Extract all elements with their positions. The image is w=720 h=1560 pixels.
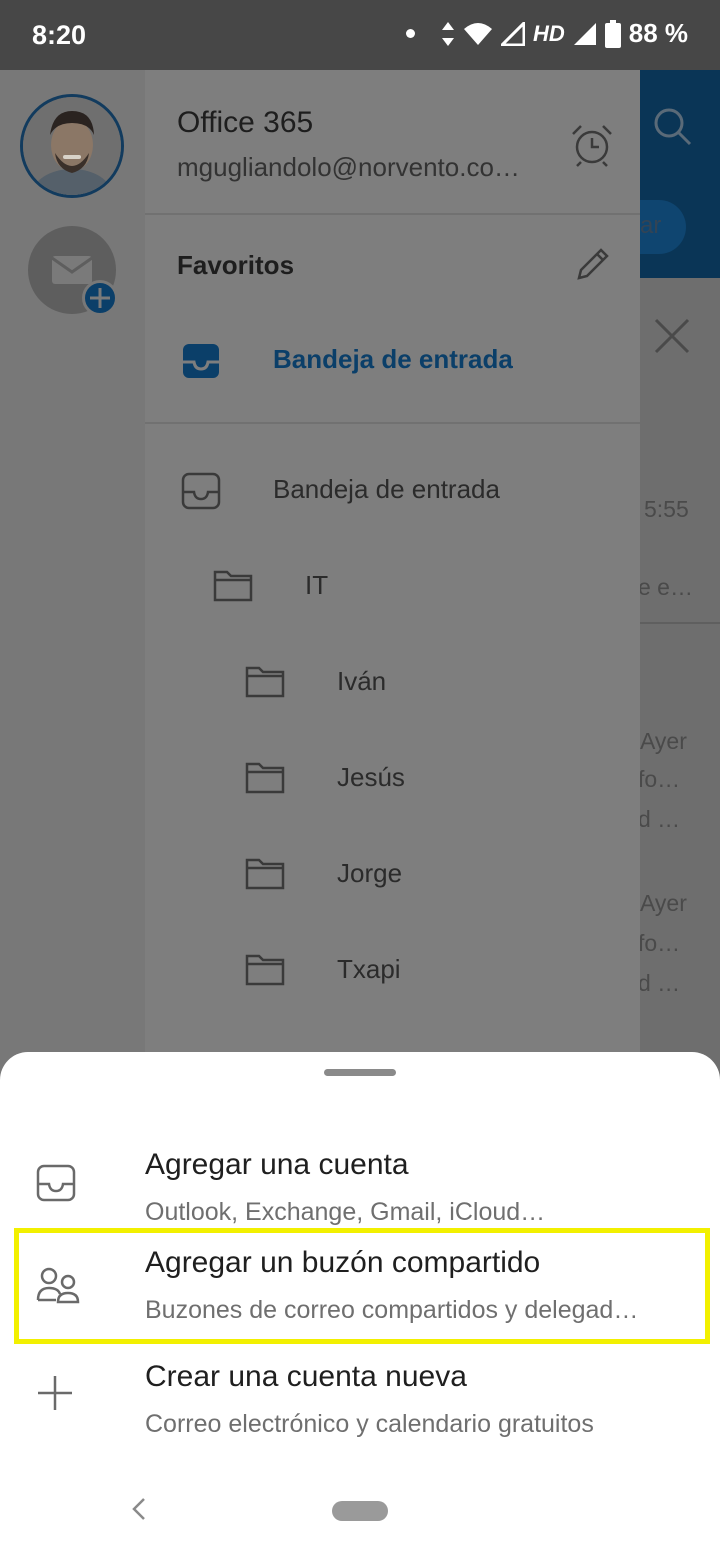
home-pill-button[interactable] (332, 1501, 388, 1521)
folder-item-it[interactable]: IT (145, 546, 640, 626)
drawer-divider (145, 422, 640, 424)
battery-icon (604, 19, 621, 48)
background-snippet: d … (640, 970, 681, 996)
folder-label: Iván (337, 666, 387, 696)
add-shared-mailbox-option[interactable]: Agregar un buzón compartido Buzones de c… (0, 1232, 720, 1344)
inbox-icon (181, 472, 221, 510)
folder-item-ivan[interactable]: Iván (145, 642, 640, 722)
folder-icon (213, 570, 253, 602)
network-type: HD (532, 20, 565, 46)
notification-dot-icon (405, 29, 415, 38)
account-name[interactable]: Office 365 (177, 106, 313, 140)
background-time: 5:55 (644, 496, 689, 522)
folder-item-jesus[interactable]: Jesús (145, 738, 640, 818)
favorite-inbox-label: Bandeja de entrada (273, 344, 513, 374)
background-snippet: e e… (640, 574, 693, 600)
back-icon[interactable] (128, 1496, 150, 1522)
drawer-divider (145, 213, 640, 215)
inbox-filled-icon (183, 344, 219, 378)
profile-photo (23, 97, 121, 195)
favorites-title: Favoritos (177, 250, 295, 280)
signal-icon (500, 21, 525, 46)
close-icon (654, 318, 690, 354)
folder-label: Jesús (337, 762, 405, 792)
folder-icon (245, 666, 285, 698)
account-email[interactable]: mgugliandolo@norvento.co… (177, 152, 547, 183)
plus-icon (38, 1376, 72, 1410)
option-subtitle: Buzones de correo compartidos y delegad… (145, 1296, 639, 1324)
add-account-bottom-sheet: Agregar una cuenta Outlook, Exchange, Gm… (0, 1052, 720, 1560)
option-subtitle: Correo electrónico y calendario gratuito… (145, 1410, 594, 1438)
folder-icon (245, 954, 285, 986)
create-account-option[interactable]: Crear una cuenta nueva Correo electrónic… (0, 1346, 720, 1458)
folder-icon (245, 762, 285, 794)
folder-label: Bandeja de entrada (273, 474, 500, 504)
add-account-plus-icon[interactable] (82, 280, 118, 316)
folder-label: IT (305, 570, 329, 600)
background-pill-button: ar (640, 200, 686, 254)
wifi-icon (463, 22, 492, 45)
option-title: Agregar un buzón compartido (145, 1246, 541, 1279)
option-title: Crear una cuenta nueva (145, 1360, 467, 1393)
option-subtitle: Outlook, Exchange, Gmail, iCloud… (145, 1198, 546, 1226)
background-header: ar (640, 70, 720, 278)
background-snippet: d … (640, 806, 681, 832)
folder-item-inbox[interactable]: Bandeja de entrada (145, 450, 640, 530)
edit-pencil-icon[interactable] (573, 244, 613, 284)
data-arrows-icon (441, 21, 454, 46)
option-title: Agregar una cuenta (145, 1148, 409, 1181)
background-snippet: fo… (640, 930, 681, 956)
status-icons: HD 88 % (405, 18, 688, 49)
background-time: Ayer (640, 728, 687, 754)
background-time: Ayer (640, 890, 687, 916)
sheet-drag-handle[interactable] (324, 1069, 396, 1076)
favorite-inbox-item[interactable]: Bandeja de entrada (145, 320, 640, 400)
inbox-icon (36, 1164, 76, 1202)
background-snippet: fo… (640, 766, 681, 792)
folder-item-txapi[interactable]: Txapi (145, 930, 640, 1010)
shared-mailbox-icon (36, 1267, 80, 1304)
folder-icon (245, 858, 285, 890)
search-icon (654, 108, 692, 146)
battery-percent: 88 % (628, 18, 688, 48)
avatar[interactable] (20, 94, 124, 198)
status-bar: 8:20 HD 88 % (0, 0, 720, 70)
status-time: 8:20 (32, 20, 87, 50)
folder-label: Txapi (337, 954, 401, 984)
background-separator (640, 622, 720, 624)
alarm-clock-icon[interactable] (569, 122, 615, 168)
signal-icon-2 (573, 22, 596, 45)
folder-label: Jorge (337, 858, 403, 888)
folder-item-jorge[interactable]: Jorge (145, 834, 640, 914)
